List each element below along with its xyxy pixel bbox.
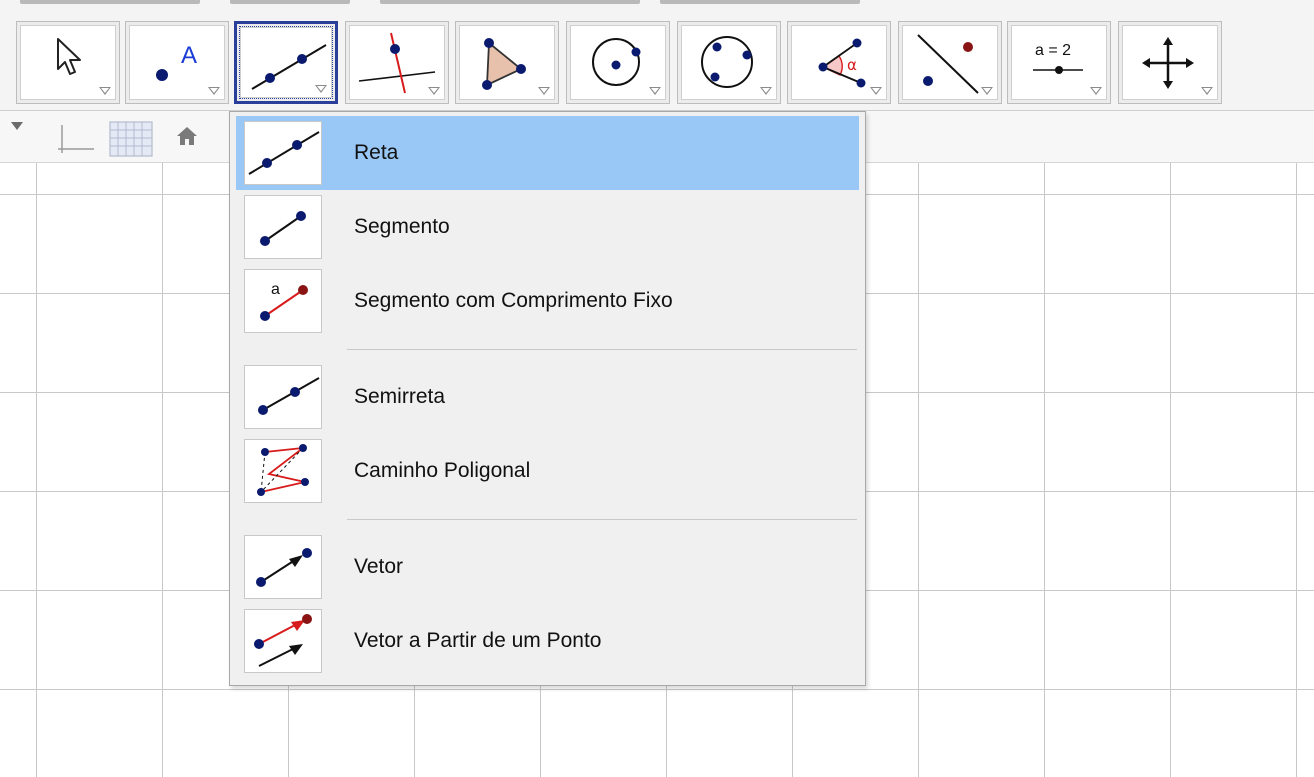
tool-move[interactable] — [16, 21, 120, 104]
menu-item-label: Vetor — [354, 555, 404, 578]
dropdown-triangle-icon — [315, 85, 327, 93]
home-view-icon[interactable] — [176, 125, 198, 147]
polygon-icon — [482, 38, 526, 90]
menu-item-segmento[interactable]: Segmento — [236, 190, 859, 264]
slider-icon-label: a = 2 — [1035, 42, 1071, 59]
menu-item-label: Semirreta — [354, 385, 446, 408]
dropdown-triangle-icon — [981, 87, 993, 95]
fixed-length-label: a — [271, 281, 280, 298]
menu-item-label: Segmento com Comprimento Fixo — [354, 289, 673, 312]
ray-icon — [258, 377, 320, 415]
tool-perpendicular[interactable] — [345, 21, 449, 104]
toolbar: A α a = 2 — [0, 14, 1314, 111]
angle-icon: α — [818, 38, 866, 88]
menu-item-vetor-a-partir-de-ponto[interactable]: Vetor a Partir de um Ponto — [236, 604, 859, 678]
angle-icon-label: α — [847, 56, 857, 74]
grid-toggle-icon[interactable] — [109, 121, 153, 157]
menu-item-label: Caminho Poligonal — [354, 459, 531, 482]
dropdown-triangle-icon — [208, 87, 220, 95]
menu-item-semirreta[interactable]: Semirreta — [236, 360, 859, 434]
dropdown-triangle-icon — [870, 87, 882, 95]
tool-line[interactable] — [234, 21, 338, 104]
vector-from-point-icon — [254, 614, 312, 667]
axes-toggle-icon[interactable] — [56, 123, 96, 157]
circle-center-point-icon — [592, 38, 641, 86]
tool-move-view[interactable] — [1118, 21, 1222, 104]
dropdown-triangle-icon — [99, 87, 111, 95]
menu-item-label: Reta — [354, 141, 399, 164]
segment-fixed-length-icon: a — [260, 281, 308, 321]
polyline-icon — [257, 444, 309, 496]
move-view-icon — [1142, 37, 1194, 89]
move-arrow-icon — [57, 38, 81, 75]
tool-circle-center[interactable] — [566, 21, 670, 104]
menu-separator — [347, 349, 857, 350]
perpendicular-line-icon — [358, 32, 436, 94]
point-icon: A — [156, 42, 197, 81]
vector-icon — [256, 548, 312, 587]
menu-item-caminho-poligonal[interactable]: Caminho Poligonal — [236, 434, 859, 508]
line-icon — [248, 131, 320, 175]
style-bar-toggle-icon[interactable] — [10, 121, 24, 131]
dropdown-triangle-icon — [428, 87, 440, 95]
menu-item-vetor[interactable]: Vetor — [236, 530, 859, 604]
segment-icon — [260, 211, 306, 246]
tool-reflect[interactable] — [898, 21, 1002, 104]
tool-point[interactable]: A — [125, 21, 229, 104]
dropdown-triangle-icon — [1201, 87, 1213, 95]
tool-slider[interactable]: a = 2 — [1007, 21, 1111, 104]
circle-three-points-icon — [701, 36, 753, 88]
tool-circle-three-points[interactable] — [677, 21, 781, 104]
tool-polygon[interactable] — [455, 21, 559, 104]
dropdown-triangle-icon — [649, 87, 661, 95]
window-title-strip — [0, 0, 1314, 14]
dropdown-triangle-icon — [1090, 87, 1102, 95]
dropdown-triangle-icon — [760, 87, 772, 95]
menu-separator — [347, 519, 857, 520]
menu-item-segmento-comprimento-fixo[interactable]: a Segmento com Comprimento Fixo — [236, 264, 859, 338]
slider-icon: a = 2 — [1033, 42, 1083, 74]
menu-item-label: Vetor a Partir de um Ponto — [354, 629, 602, 652]
line-tools-dropdown-menu: Reta Segmento a Segmento com Comprimento… — [229, 111, 866, 686]
point-icon-label: A — [181, 42, 197, 69]
menu-item-reta[interactable]: Reta — [236, 116, 859, 190]
dropdown-triangle-icon — [538, 87, 550, 95]
reflect-about-line-icon — [917, 34, 979, 94]
tool-angle[interactable]: α — [787, 21, 891, 104]
menu-item-label: Segmento — [354, 215, 450, 238]
